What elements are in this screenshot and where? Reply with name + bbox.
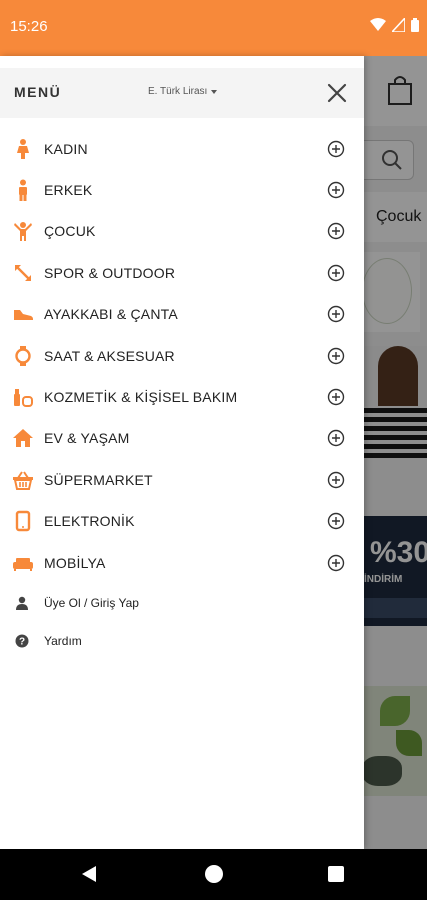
menu-item-supermarket[interactable]: SÜPERMARKET <box>0 459 364 500</box>
menu-label: MOBİLYA <box>44 554 106 571</box>
menu-item-ev-yasam[interactable]: EV & YAŞAM <box>0 418 364 459</box>
menu-label: SAAT & AKSESUAR <box>44 347 175 364</box>
shoe-icon <box>14 310 33 321</box>
status-bar: 15:26 <box>0 0 427 56</box>
cosmetics-icon <box>14 389 33 408</box>
home-icon <box>13 429 33 448</box>
close-icon[interactable] <box>324 80 350 106</box>
plus-circle-icon[interactable] <box>327 512 345 530</box>
menu-label: ERKEK <box>44 182 93 199</box>
drawer-title: MENÜ <box>14 84 62 100</box>
plus-circle-icon[interactable] <box>327 388 345 406</box>
svg-text:?: ? <box>19 637 25 648</box>
plus-circle-icon[interactable] <box>327 305 345 323</box>
currency-selector[interactable]: E. Türk Lirası <box>148 86 218 97</box>
tablet-icon <box>15 511 31 532</box>
plus-circle-icon[interactable] <box>327 264 345 282</box>
recent-apps-icon[interactable] <box>328 866 344 882</box>
system-navigation-bar <box>0 849 427 900</box>
watch-icon <box>15 345 31 366</box>
menu-item-spor-outdoor[interactable]: SPOR & OUTDOOR <box>0 252 364 293</box>
help-icon: ? <box>15 634 29 648</box>
status-icons <box>370 18 419 32</box>
home-button-icon[interactable] <box>205 865 223 883</box>
plus-circle-icon[interactable] <box>327 554 345 572</box>
menu-item-saat-aksesuar[interactable]: SAAT & AKSESUAR <box>0 335 364 376</box>
login-register-label: Üye Ol / Giriş Yap <box>44 596 139 610</box>
plus-circle-icon[interactable] <box>327 429 345 447</box>
plus-circle-icon[interactable] <box>327 140 345 158</box>
plus-circle-icon[interactable] <box>327 347 345 365</box>
navigation-drawer: MENÜ E. Türk Lirası KADIN ERKEK ÇOCUK SP… <box>0 56 364 849</box>
wifi-icon <box>370 18 386 31</box>
child-icon <box>14 222 32 242</box>
plus-circle-icon[interactable] <box>327 471 345 489</box>
man-icon <box>19 179 27 202</box>
menu-label: KADIN <box>44 140 88 157</box>
help-link[interactable]: ? Yardım <box>0 622 364 660</box>
sofa-icon <box>13 557 33 571</box>
plus-circle-icon[interactable] <box>327 222 345 240</box>
menu-label: ÇOCUK <box>44 223 96 240</box>
menu-item-kozmetik[interactable]: KOZMETİK & KİŞİSEL BAKIM <box>0 376 364 417</box>
menu-label: SÜPERMARKET <box>44 471 153 488</box>
menu-item-cocuk[interactable]: ÇOCUK <box>0 211 364 252</box>
plus-circle-icon[interactable] <box>327 181 345 199</box>
drawer-header: MENÜ E. Türk Lirası <box>0 68 364 118</box>
caret-down-icon <box>211 89 218 94</box>
signal-icon <box>392 18 405 32</box>
menu-label: EV & YAŞAM <box>44 430 130 447</box>
battery-icon <box>411 18 419 32</box>
back-icon[interactable] <box>80 865 98 883</box>
status-time: 15:26 <box>10 18 48 35</box>
menu-label: KOZMETİK & KİŞİSEL BAKIM <box>44 389 238 406</box>
login-register-link[interactable]: Üye Ol / Giriş Yap <box>0 584 364 622</box>
menu-label: AYAKKABI & ÇANTA <box>44 306 178 323</box>
woman-icon <box>17 138 29 159</box>
basket-icon <box>13 471 33 490</box>
sports-arrows-icon <box>15 264 31 281</box>
menu-item-kadin[interactable]: KADIN <box>0 128 364 169</box>
category-list: KADIN ERKEK ÇOCUK SPOR & OUTDOOR AYAKKAB… <box>0 128 364 583</box>
currency-label: E. Türk Lirası <box>148 86 208 97</box>
help-label: Yardım <box>44 634 82 648</box>
user-icon <box>16 596 28 610</box>
menu-label: ELEKTRONİK <box>44 513 135 530</box>
account-links: Üye Ol / Giriş Yap ? Yardım <box>0 584 364 660</box>
menu-item-mobilya[interactable]: MOBİLYA <box>0 542 364 583</box>
menu-label: SPOR & OUTDOOR <box>44 264 176 281</box>
menu-item-erkek[interactable]: ERKEK <box>0 169 364 210</box>
menu-item-ayakkabi-canta[interactable]: AYAKKABI & ÇANTA <box>0 294 364 335</box>
menu-item-elektronik[interactable]: ELEKTRONİK <box>0 501 364 542</box>
